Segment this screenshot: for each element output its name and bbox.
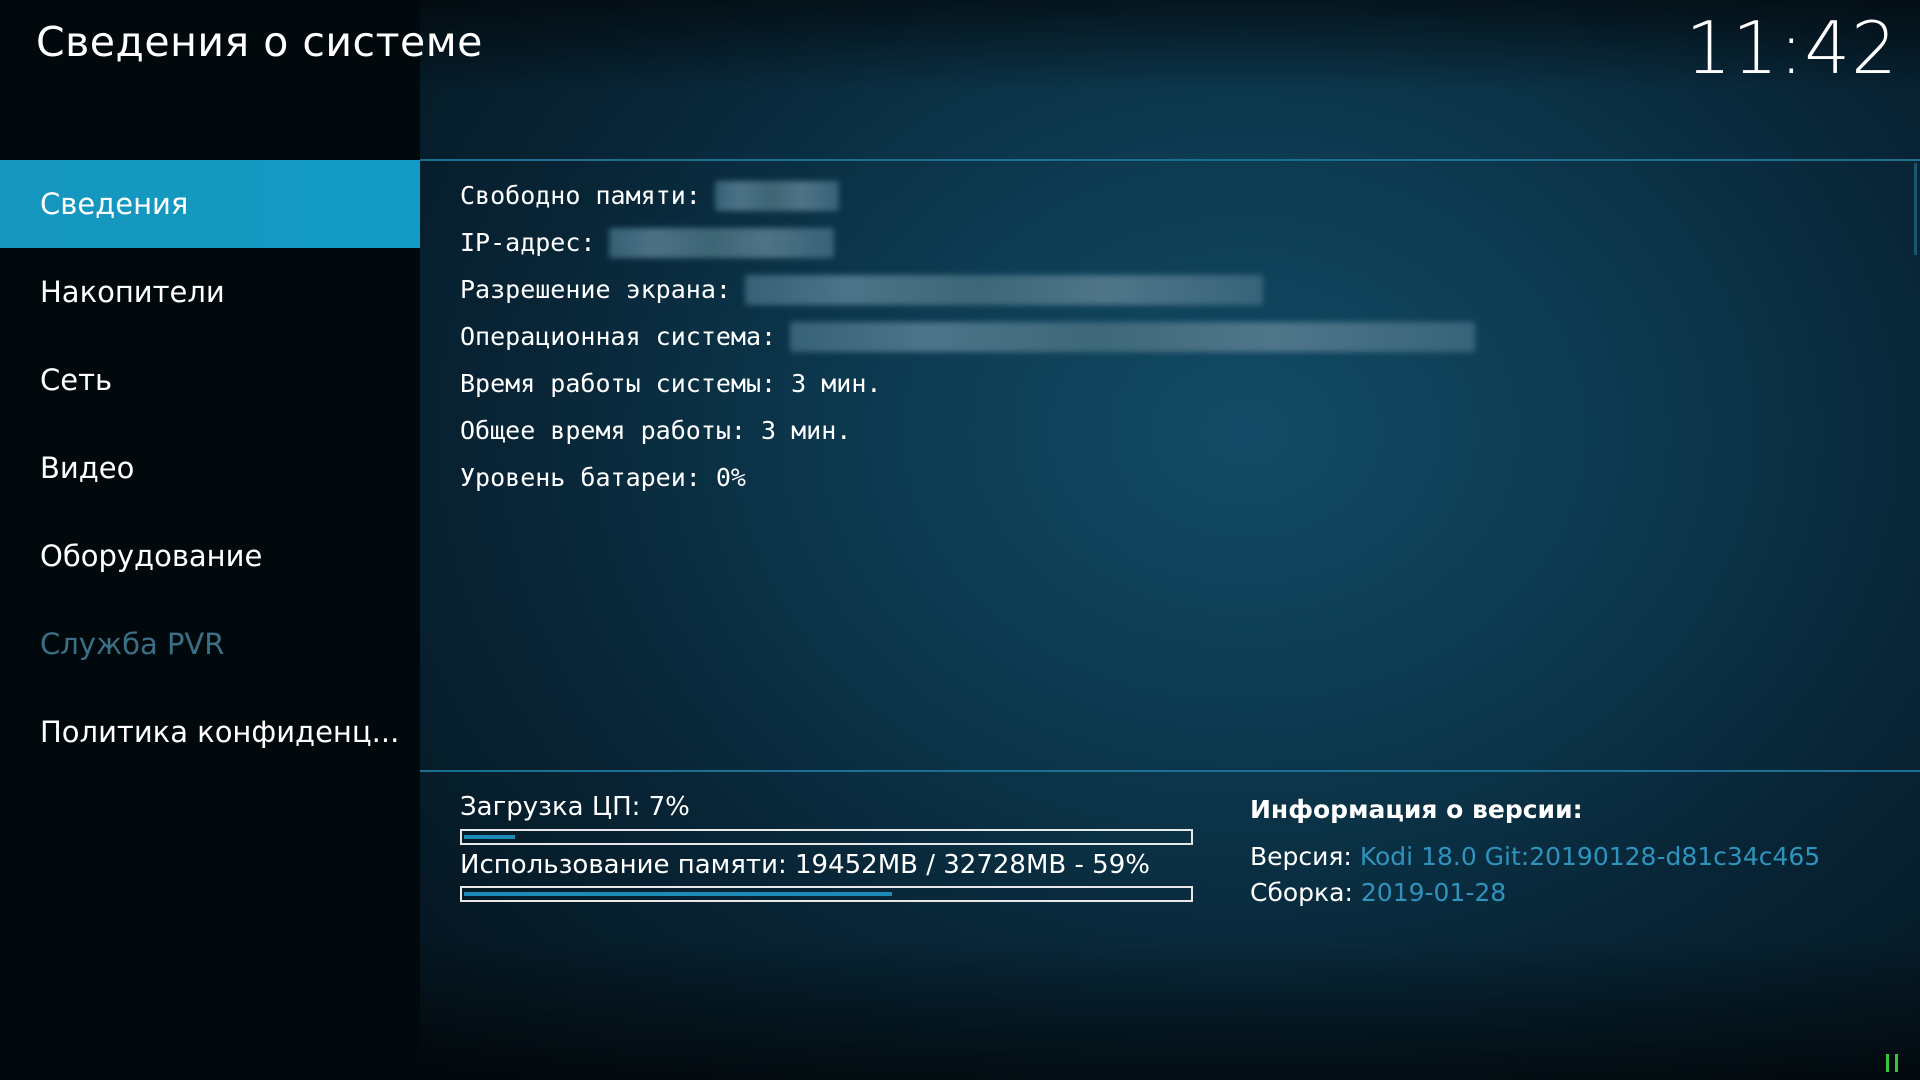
info-row-screen-resolution: Разрешение экрана: bbox=[460, 266, 1475, 313]
screen-resolution-label: Разрешение экрана: bbox=[460, 275, 731, 304]
info-list: Свободно памяти: IP-адрес: Разрешение эк… bbox=[460, 172, 1476, 501]
sidebar-item-network[interactable]: Сеть bbox=[0, 336, 420, 424]
sidebar: Сведения Накопители Сеть Видео Оборудова… bbox=[0, 160, 420, 776]
sidebar-item-pvr-service[interactable]: Служба PVR bbox=[0, 600, 420, 688]
bottom-divider bbox=[420, 770, 1920, 772]
info-row-ip-address: IP-адрес: bbox=[460, 219, 1475, 266]
info-row-total-uptime: Общее время работы: 3 мин. bbox=[460, 407, 1475, 454]
cpu-usage-bar-fill bbox=[464, 835, 515, 839]
cpu-usage-bar bbox=[460, 829, 1193, 845]
sidebar-item-summary[interactable]: Сведения bbox=[0, 160, 420, 248]
memory-usage-bar-fill bbox=[464, 892, 892, 896]
memory-usage-label: Использование памяти: 19452MB / 32728MB … bbox=[460, 850, 1150, 880]
cpu-usage-label: Загрузка ЦП: 7% bbox=[460, 792, 690, 822]
version-value: Kodi 18.0 Git:20190128-d81c34c465 bbox=[1359, 842, 1821, 871]
clock: 11:42 bbox=[1685, 6, 1898, 90]
free-memory-label: Свободно памяти: bbox=[460, 181, 701, 210]
battery-text: Уровень батареи: 0% bbox=[460, 463, 746, 492]
build-row: Сборка: 2019-01-28 bbox=[1250, 878, 1506, 907]
sidebar-item-hardware[interactable]: Оборудование bbox=[0, 512, 420, 600]
build-label: Сборка: bbox=[1250, 878, 1353, 907]
sidebar-item-privacy-policy[interactable]: Политика конфиденц... bbox=[0, 688, 420, 776]
version-label: Версия: bbox=[1250, 842, 1352, 871]
screen-resolution-value-redacted bbox=[744, 274, 1263, 305]
info-row-operating-system: Операционная система: bbox=[460, 313, 1476, 360]
sidebar-item-video[interactable]: Видео bbox=[0, 424, 420, 512]
memory-usage-bar bbox=[460, 886, 1193, 902]
info-row-free-memory: Свободно памяти: bbox=[460, 172, 1475, 219]
top-divider bbox=[420, 159, 1920, 161]
page-title: Сведения о системе bbox=[36, 18, 483, 66]
version-info-title: Информация о версии: bbox=[1250, 795, 1583, 824]
free-memory-value-redacted bbox=[714, 180, 839, 211]
sidebar-item-storage[interactable]: Накопители bbox=[0, 248, 420, 336]
info-row-uptime: Время работы системы: 3 мин. bbox=[460, 360, 1475, 407]
system-info-screen: Сведения о системе 11:42 Сведения Накопи… bbox=[0, 0, 1920, 1080]
build-value: 2019-01-28 bbox=[1360, 878, 1507, 907]
operating-system-label: Операционная система: bbox=[460, 322, 777, 351]
ip-address-label: IP-адрес: bbox=[460, 228, 596, 257]
uptime-text: Время работы системы: 3 мин. bbox=[460, 369, 882, 398]
ip-address-value-redacted bbox=[609, 227, 835, 258]
version-row: Версия: Kodi 18.0 Git:20190128-d81c34c465 bbox=[1250, 842, 1820, 871]
total-uptime-text: Общее время работы: 3 мин. bbox=[460, 416, 852, 445]
content-background bbox=[420, 0, 1920, 1080]
operating-system-value-redacted bbox=[790, 321, 1476, 352]
pause-icon bbox=[1884, 1054, 1900, 1072]
info-row-battery: Уровень батареи: 0% bbox=[460, 454, 1475, 501]
scrollbar[interactable] bbox=[1914, 163, 1917, 255]
